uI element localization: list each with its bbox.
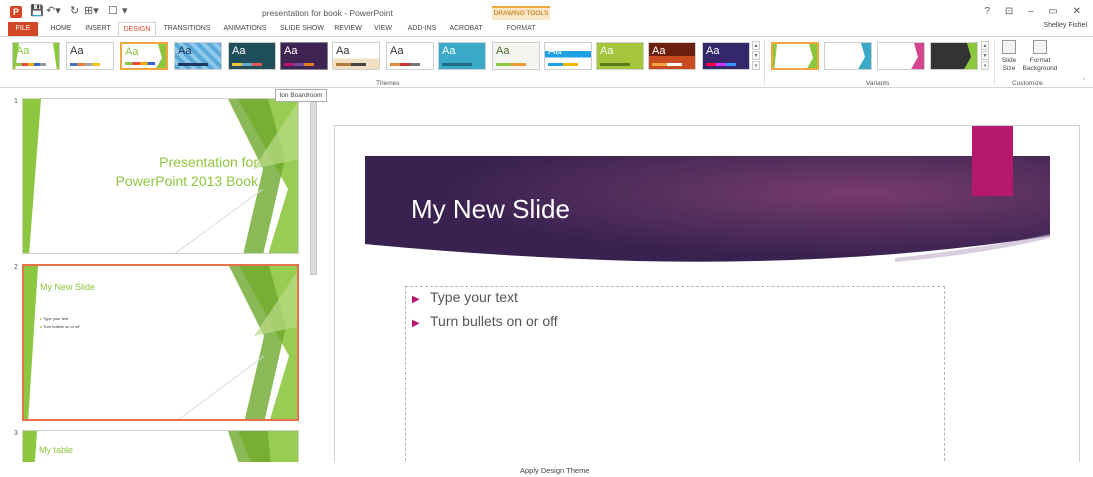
slide-thumbnail-1[interactable]: Presentation for PowerPoint 2013 Book — [22, 98, 299, 254]
theme-slice[interactable]: Aa — [438, 42, 486, 70]
contextual-tab-group-label: DRAWING TOOLS — [492, 6, 550, 20]
bullet-item: ▶ Turn bullets on or off — [412, 313, 558, 329]
slide-thumbnail-2[interactable]: My New Slide ▸ Type your text ▸ Turn bul… — [22, 264, 299, 421]
touch-mode-icon[interactable]: ☐ — [108, 4, 118, 18]
start-from-beginning-icon[interactable]: ⊞▾ — [84, 4, 99, 18]
tab-format[interactable]: FORMAT — [494, 22, 548, 36]
status-bar: Apply Design Theme — [0, 462, 1093, 477]
group-label-themes: Themes — [376, 80, 400, 87]
save-icon[interactable]: 💾 — [30, 4, 44, 18]
variant-3[interactable] — [877, 42, 925, 70]
bullet-arrow-icon: ▶ — [412, 318, 420, 329]
status-text: Apply Design Theme — [520, 466, 590, 475]
theme-wisp[interactable]: Aa — [492, 42, 540, 70]
tab-animations[interactable]: ANIMATIONS — [218, 22, 272, 36]
ribbon: Aa Aa Aa Aa Aa Aa Aa Aa Aa Aa Aa Aa Aa A… — [0, 36, 1093, 88]
variant-1[interactable] — [771, 42, 819, 70]
group-label-variants: Variants — [866, 80, 890, 87]
bullet-arrow-icon: ▶ — [412, 294, 420, 305]
theme-celestial[interactable]: Aa — [702, 42, 750, 70]
thumbnails-scrollbar[interactable] — [310, 100, 317, 275]
theme-facet-current[interactable]: Aa — [120, 42, 168, 70]
content-placeholder[interactable]: ▶ Type your text ▶ Turn bullets on or off — [405, 286, 945, 464]
theme-organic[interactable]: Aa — [332, 42, 380, 70]
gallery-scroll-down-button[interactable]: ▼ — [752, 51, 760, 60]
thumbnail-title-line1: Presentation for — [159, 154, 258, 170]
powerpoint-logo-icon: P — [10, 6, 22, 18]
theme-ion-boardroom[interactable]: Aa — [280, 42, 328, 70]
tab-acrobat[interactable]: ACROBAT — [444, 22, 488, 36]
bullet-item: ▶ Type your text — [412, 289, 518, 305]
variants-scroll-down-button[interactable]: ▼ — [981, 51, 989, 60]
redo-icon[interactable]: ↻ — [70, 4, 79, 18]
format-background-button[interactable]: Format Background — [1020, 40, 1060, 73]
tab-file[interactable]: FILE — [8, 22, 38, 36]
slide-thumbnail-3[interactable]: My table — [22, 430, 299, 462]
theme-retrospect[interactable]: Aa — [386, 42, 434, 70]
current-slide[interactable]: My New Slide ▶ Type your text ▶ Turn bulle… — [334, 125, 1080, 465]
gallery-scroll-up-button[interactable]: ▲ — [752, 41, 760, 50]
variants-more-button[interactable]: ▾ — [981, 61, 989, 70]
slide-size-icon — [1002, 40, 1016, 54]
tab-insert[interactable]: INSERT — [80, 22, 116, 36]
thumbnail-bullet: ▸ Turn bullets on or off — [40, 324, 80, 329]
group-label-customize: Customize — [1012, 80, 1043, 87]
variants-scroll-up-button[interactable]: ▲ — [981, 41, 989, 50]
tab-review[interactable]: REVIEW — [330, 22, 366, 36]
variant-2[interactable] — [824, 42, 872, 70]
variant-4[interactable] — [930, 42, 978, 70]
ribbon-tabs: FILE HOME INSERT DESIGN TRANSITIONS ANIM… — [0, 22, 1093, 36]
theme-office-white[interactable]: Aa — [66, 42, 114, 70]
window-controls[interactable]: ? ⊡ – ▭ ✕ — [985, 6, 1087, 17]
undo-icon[interactable]: ↶▾ — [46, 4, 61, 18]
theme-office[interactable]: Aa — [12, 42, 60, 70]
tab-transitions[interactable]: TRANSITIONS — [160, 22, 214, 36]
format-background-icon — [1033, 40, 1047, 54]
theme-tooltip: Ion Boardroom — [275, 89, 327, 102]
thumbnail-title: My New Slide — [40, 282, 96, 292]
gallery-more-button[interactable]: ▾ — [752, 61, 760, 70]
tab-home[interactable]: HOME — [44, 22, 78, 36]
thumbnail-number: 2 — [14, 264, 18, 271]
collapse-ribbon-icon[interactable]: ⌃ — [1080, 77, 1088, 86]
slide-size-button[interactable]: Slide Size — [998, 40, 1020, 73]
title-bar: P 💾 ↶▾ ↻ ⊞▾ ☐ ▾ presentation for book - … — [0, 0, 1093, 29]
theme-berlin[interactable]: Aa — [648, 42, 696, 70]
window-title: presentation for book - PowerPoint — [262, 8, 393, 18]
slide-title[interactable]: My New Slide — [411, 194, 570, 225]
slide-thumbnails-pane: 1 Presentation for PowerPoint 2013 Book … — [0, 88, 322, 462]
thumbnail-number: 3 — [14, 430, 18, 437]
thumbnail-title: My table — [39, 445, 74, 455]
tab-slide-show[interactable]: SLIDE SHOW — [276, 22, 328, 36]
thumbnail-bullet: ▸ Type your text — [40, 316, 69, 321]
thumbnail-number: 1 — [14, 98, 18, 105]
theme-integral[interactable]: Aa — [174, 42, 222, 70]
theme-banded[interactable]: Aa — [544, 42, 592, 70]
tab-design[interactable]: DESIGN — [118, 22, 156, 36]
tab-add-ins[interactable]: ADD-INS — [402, 22, 442, 36]
theme-basis[interactable]: Aa — [596, 42, 644, 70]
thumbnail-title-line2: PowerPoint 2013 Book — [115, 173, 258, 189]
theme-ion[interactable]: Aa — [228, 42, 276, 70]
customize-qat-icon[interactable]: ▾ — [122, 4, 128, 18]
tab-view[interactable]: VIEW — [368, 22, 398, 36]
